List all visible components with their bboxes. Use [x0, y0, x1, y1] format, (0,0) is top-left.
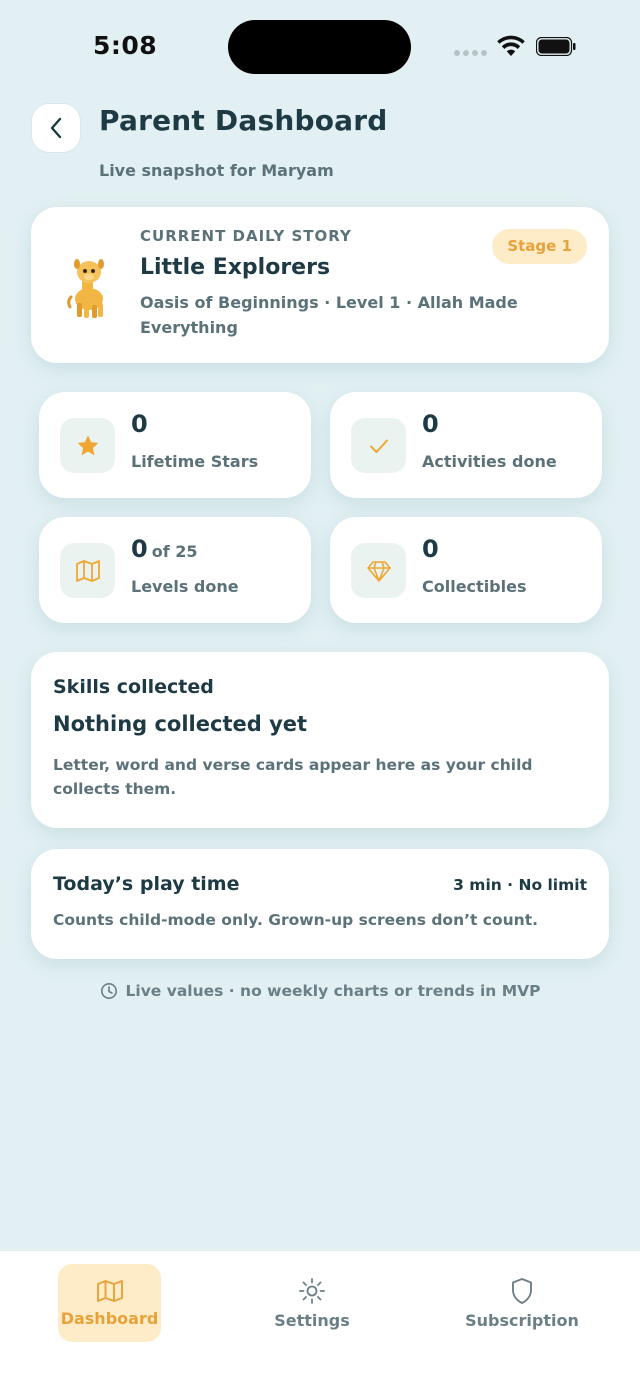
play-time-value: 3 min · No limit: [453, 876, 587, 894]
stat-card-collectibles: 0 Collectibles: [330, 517, 602, 623]
skills-heading: Skills collected: [53, 676, 214, 698]
stat-label-activities: Activities done: [422, 452, 557, 471]
tab-subscription[interactable]: Subscription: [462, 1264, 582, 1342]
story-eyebrow: CURRENT DAILY STORY: [140, 227, 352, 245]
tab-bar: Dashboard Settings Subscription: [0, 1250, 640, 1391]
levels-count: 0: [131, 535, 148, 563]
stat-label-collectibles: Collectibles: [422, 577, 527, 596]
tab-settings[interactable]: Settings: [262, 1264, 362, 1342]
stat-value-levels: 0 of 25: [131, 535, 198, 563]
stat-value-collectibles: 0: [422, 535, 439, 563]
play-time-heading: Today’s play time: [53, 873, 240, 895]
dynamic-island: [228, 20, 411, 74]
status-time: 5:08: [93, 31, 158, 60]
gem-icon: [351, 543, 406, 598]
wifi-icon: [497, 35, 525, 56]
stat-label-stars: Lifetime Stars: [131, 452, 259, 471]
sun-gear-icon: [299, 1277, 325, 1304]
skills-card: Skills collected Nothing collected yet L…: [31, 652, 609, 828]
battery-icon: [536, 37, 576, 56]
back-button[interactable]: [31, 103, 81, 153]
levels-total: of 25: [151, 542, 198, 561]
cellular-signal-icon: [454, 50, 487, 56]
star-icon: [60, 418, 115, 473]
play-time-description: Counts child-mode only. Grown-up screens…: [53, 911, 539, 929]
footnote-text: Live values · no weekly charts or trends…: [125, 982, 541, 1000]
map-icon: [96, 1279, 123, 1302]
tab-dashboard[interactable]: Dashboard: [58, 1264, 161, 1342]
tab-label-settings: Settings: [274, 1310, 350, 1330]
stage-badge: Stage 1: [492, 229, 587, 264]
map-icon: [60, 543, 115, 598]
stat-value-stars: 0: [131, 410, 148, 438]
chevron-left-icon: [50, 117, 62, 139]
clock-icon: [100, 983, 117, 999]
skills-description: Letter, word and verse cards appear here…: [53, 756, 533, 798]
shield-icon: [512, 1277, 532, 1304]
skills-empty-title: Nothing collected yet: [53, 712, 308, 736]
page-title: Parent Dashboard: [99, 104, 388, 137]
camel-icon: [67, 259, 104, 318]
stat-card-levels: 0 of 25 Levels done: [39, 517, 311, 623]
story-description: Oasis of Beginnings · Level 1 · Allah Ma…: [140, 293, 518, 337]
footnote: Live values · no weekly charts or trends…: [0, 982, 640, 1000]
stat-value-activities: 0: [422, 410, 439, 438]
parent-dashboard-screen: 5:08 Parent Dashboard Live snapshot for …: [0, 0, 640, 1391]
tab-label-subscription: Subscription: [465, 1310, 579, 1330]
story-title: Little Explorers: [140, 255, 331, 280]
stat-label-levels: Levels done: [131, 577, 239, 596]
play-time-card: Today’s play time 3 min · No limit Count…: [31, 849, 609, 959]
tab-label-dashboard: Dashboard: [60, 1308, 159, 1328]
stat-card-stars: 0 Lifetime Stars: [39, 392, 311, 498]
current-story-card[interactable]: CURRENT DAILY STORY Little Explorers Oas…: [31, 207, 609, 363]
check-icon: [351, 418, 406, 473]
page-subtitle: Live snapshot for Maryam: [99, 161, 334, 180]
stat-card-activities: 0 Activities done: [330, 392, 602, 498]
